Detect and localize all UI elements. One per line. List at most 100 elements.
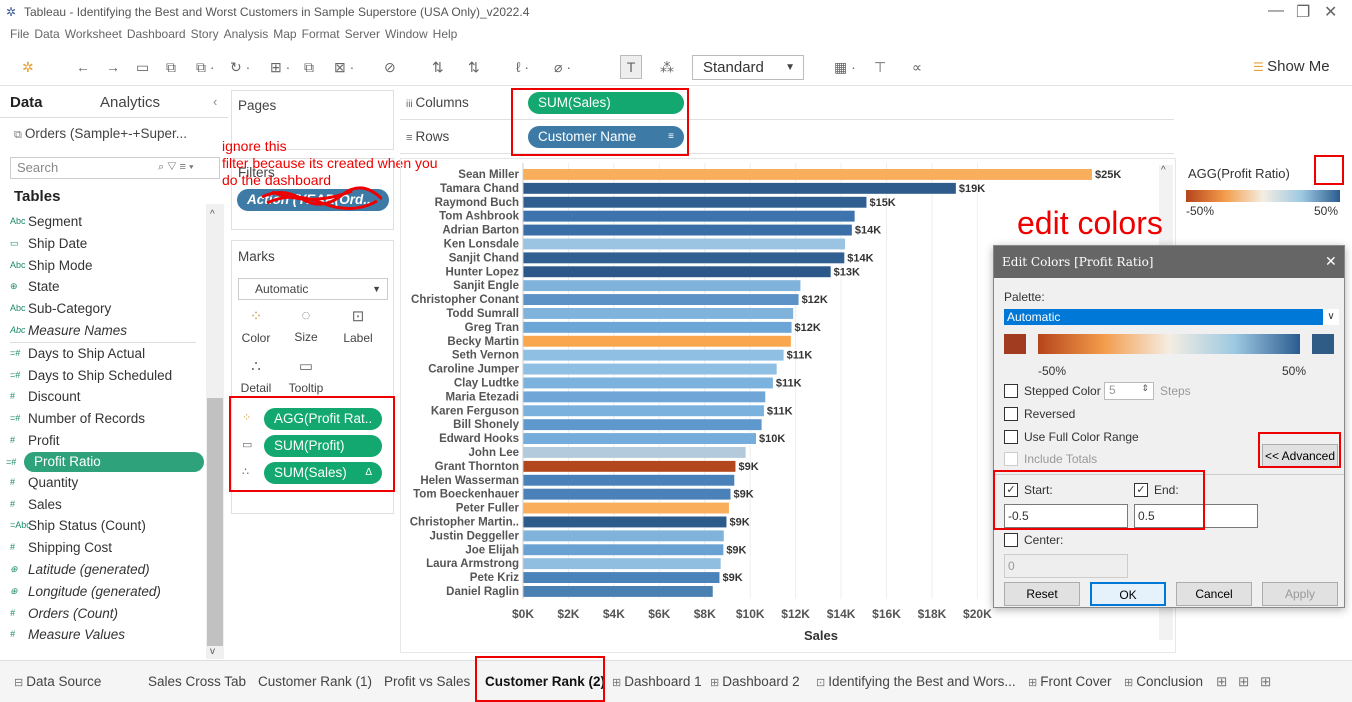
highlight-icon[interactable]: ℓ · (516, 59, 529, 75)
fit-dropdown[interactable]: Standard ▼ (692, 55, 804, 80)
tab-sheet[interactable]: Sales Cross Tab (148, 674, 246, 689)
menu-data[interactable]: Data (34, 27, 59, 41)
collapse-pane-icon[interactable]: ‹ (213, 94, 217, 109)
tab-sheet[interactable]: ⊞ Dashboard 1 (612, 674, 702, 689)
annotate-icon[interactable]: ⌀ · (554, 59, 571, 76)
columns-label: iii Columns (406, 95, 469, 110)
field-item[interactable]: ▭ Ship Date (0, 233, 206, 255)
center-value-input[interactable]: 0 (1004, 554, 1128, 578)
fix-axes-icon[interactable]: ⁂ (660, 59, 674, 76)
show-cards-icon[interactable]: ▦ · (834, 59, 856, 76)
new-sheet-icon[interactable]: ⊞ (1216, 674, 1227, 690)
end-color-swatch[interactable] (1312, 334, 1334, 354)
field-item[interactable]: Abc Sub-Category (0, 298, 206, 320)
field-item[interactable]: =# Profit Ratio (6, 451, 204, 472)
swap-icon[interactable]: ⊞ · (270, 59, 290, 76)
menu-window[interactable]: Window (385, 27, 428, 41)
full-range-checkbox[interactable] (1004, 430, 1018, 444)
tab-data[interactable]: Data (10, 94, 43, 111)
share-icon[interactable]: ∝ (912, 59, 922, 76)
new-sheet-icon[interactable]: ⧉ · (196, 59, 215, 76)
menu-analysis[interactable]: Analysis (224, 27, 269, 41)
back-icon[interactable]: ← (76, 59, 90, 75)
menu-file[interactable]: File (10, 27, 29, 41)
palette-dropdown[interactable]: Automatic ∨ (1004, 309, 1339, 325)
menu-server[interactable]: Server (345, 27, 380, 41)
show-labels-icon[interactable]: T (620, 55, 642, 79)
mark-type-dropdown[interactable]: Automatic ▼ (238, 278, 388, 300)
clear-sheet-icon[interactable]: ⊠ · (334, 59, 354, 76)
field-item[interactable]: Abc Measure Names (0, 320, 206, 342)
field-item[interactable]: # Profit (0, 430, 206, 452)
chart-scroll-up-icon[interactable]: ^ (1161, 165, 1166, 176)
new-sheet-icon[interactable]: ⊞ (1238, 674, 1249, 690)
sort-desc-icon[interactable]: ⇅ (468, 59, 480, 76)
menu-worksheet[interactable]: Worksheet (65, 27, 122, 41)
field-item[interactable]: =# Days to Ship Scheduled (0, 365, 206, 387)
menu-dashboard[interactable]: Dashboard (127, 27, 186, 41)
group-icon[interactable]: ⊘ (384, 59, 396, 76)
cancel-button[interactable]: Cancel (1176, 582, 1252, 606)
field-item[interactable]: =Abc Ship Status (Count) (0, 515, 206, 537)
tab-sheet[interactable]: ⊞ Dashboard 2 (710, 674, 800, 689)
field-item[interactable]: # Sales (0, 494, 206, 516)
color-button[interactable]: ⁘ Color (236, 307, 276, 345)
ok-button[interactable]: OK (1090, 582, 1166, 606)
size-button[interactable]: ◌ Size (286, 307, 326, 344)
field-item[interactable]: Abc Ship Mode (0, 255, 206, 277)
scrollbar-thumb[interactable] (207, 398, 223, 646)
steps-stepper[interactable]: 5 ⇕ (1104, 382, 1154, 400)
restore-icon[interactable]: ❐ (1296, 2, 1310, 22)
field-item[interactable]: # Measure Values (0, 624, 206, 646)
stepped-color-checkbox[interactable] (1004, 384, 1018, 398)
field-item[interactable]: # Orders (Count) (0, 603, 206, 625)
duplicate-icon[interactable]: ⧉ (304, 59, 314, 76)
show-me-button[interactable]: ☰ Show Me (1253, 58, 1330, 75)
tableau-icon[interactable]: ✲ (22, 59, 34, 76)
new-datasource-icon[interactable]: ⧉ (166, 59, 176, 76)
dialog-close-icon[interactable]: ✕ (1325, 253, 1337, 270)
menu-map[interactable]: Map (273, 27, 296, 41)
scroll-down-icon[interactable]: v (210, 646, 215, 657)
tab-sheet[interactable]: Profit vs Sales (384, 674, 470, 689)
detail-button[interactable]: ∴ Detail (236, 357, 276, 395)
include-totals-checkbox[interactable] (1004, 452, 1018, 466)
save-icon[interactable]: ▭ (136, 59, 149, 76)
tab-sheet[interactable]: ⊟ Data Source (14, 674, 101, 689)
tab-sheet[interactable]: ⊡ Identifying the Best and Wors... (816, 674, 1016, 689)
field-item[interactable]: ⊕ State (0, 276, 206, 298)
label-button[interactable]: ⊡ Label (338, 307, 378, 345)
field-item[interactable]: # Shipping Cost (0, 537, 206, 559)
field-item[interactable]: ⊕ Longitude (generated) (0, 581, 206, 603)
filter-icon[interactable]: ⌕ ▽ ≡ ▾ (158, 161, 194, 174)
sort-asc-icon[interactable]: ⇅ (432, 59, 444, 76)
minimize-icon[interactable]: — (1268, 2, 1284, 20)
field-item[interactable]: ⊕ Latitude (generated) (0, 559, 206, 581)
legend-menu-highlight[interactable] (1314, 155, 1344, 185)
field-item[interactable]: =# Days to Ship Actual (0, 343, 206, 365)
reversed-checkbox[interactable] (1004, 407, 1018, 421)
tooltip-button[interactable]: ▭ Tooltip (286, 357, 326, 395)
start-color-swatch[interactable] (1004, 334, 1026, 354)
tab-sheet[interactable]: ⊞ Conclusion (1124, 674, 1203, 689)
apply-button[interactable]: Apply (1262, 582, 1338, 606)
tab-sheet[interactable]: Customer Rank (1) (258, 674, 372, 689)
field-item[interactable]: =# Number of Records (0, 408, 206, 430)
datasource-item[interactable]: ⧉ Orders (Sample+-+Super... (14, 126, 187, 142)
new-sheet-icon[interactable]: ⊞ (1260, 674, 1271, 690)
close-window-icon[interactable]: ✕ (1324, 2, 1337, 22)
menu-format[interactable]: Format (302, 27, 340, 41)
tab-sheet[interactable]: ⊞ Front Cover (1028, 674, 1112, 689)
menu-story[interactable]: Story (191, 27, 219, 41)
field-item[interactable]: # Quantity (0, 472, 206, 494)
scroll-up-icon[interactable]: ^ (210, 209, 215, 220)
forward-icon[interactable]: → (106, 59, 120, 75)
menu-help[interactable]: Help (433, 27, 458, 41)
presentation-icon[interactable]: ⊤ (874, 59, 886, 76)
tab-analytics[interactable]: Analytics (100, 94, 160, 111)
center-checkbox[interactable] (1004, 533, 1018, 547)
refresh-icon[interactable]: ↻ · (230, 59, 250, 76)
reset-button[interactable]: Reset (1004, 582, 1080, 606)
field-item[interactable]: # Discount (0, 386, 206, 408)
field-item[interactable]: Abc Segment (0, 211, 206, 233)
